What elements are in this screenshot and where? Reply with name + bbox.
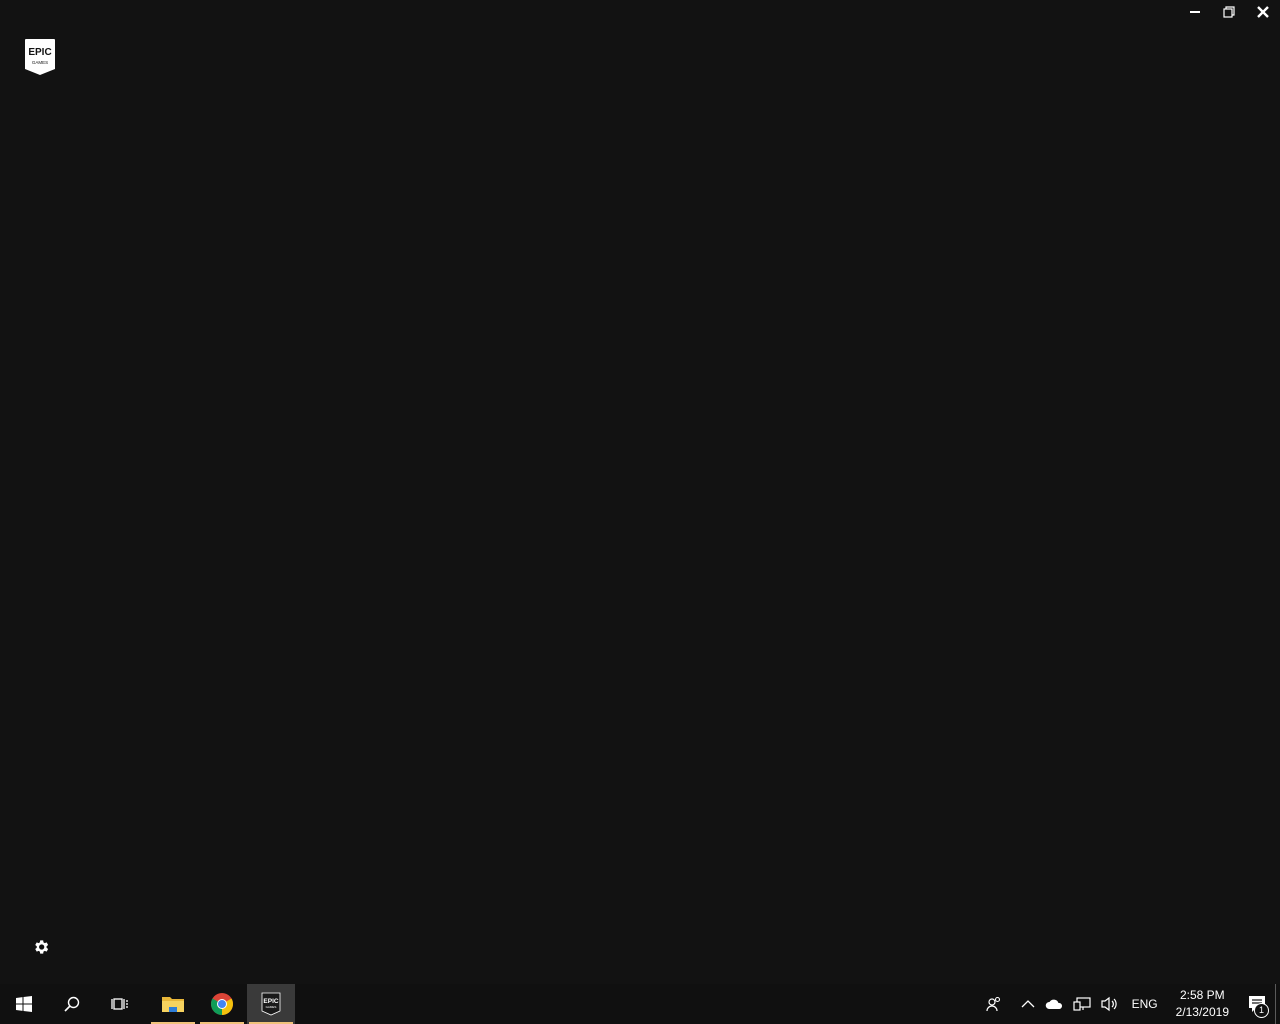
window-controls (1178, 0, 1280, 24)
volume-tray-icon[interactable] (1096, 984, 1124, 1024)
search-button[interactable] (48, 984, 96, 1024)
network-tray-icon[interactable] (1068, 984, 1096, 1024)
taskbar-app-file-explorer[interactable] (149, 984, 197, 1024)
taskbar-app-epic-games[interactable]: EPIC GAMES (247, 984, 295, 1024)
show-desktop-button[interactable] (1275, 984, 1280, 1024)
epic-taskbar-label: EPIC (263, 998, 278, 1005)
minimize-icon (1190, 11, 1200, 13)
folder-icon (162, 997, 184, 1012)
settings-button[interactable] (32, 938, 50, 956)
volume-icon (1100, 996, 1117, 1012)
chrome-icon (211, 993, 233, 1015)
maximize-button[interactable] (1212, 0, 1246, 24)
action-center-button[interactable]: 1 (1239, 984, 1275, 1024)
taskbar-app-chrome[interactable] (198, 984, 246, 1024)
onedrive-tray-icon[interactable] (1040, 984, 1068, 1024)
people-button[interactable] (972, 984, 1016, 1024)
logo-line1: EPIC (28, 47, 51, 58)
task-view-button[interactable] (96, 984, 144, 1024)
cloud-icon (1045, 999, 1062, 1009)
close-icon (1257, 6, 1269, 18)
network-icon (1072, 997, 1091, 1011)
logo-line2: GAMES (32, 60, 48, 65)
clock-time: 2:58 PM (1179, 988, 1225, 1002)
search-icon (64, 996, 80, 1012)
start-button[interactable] (0, 984, 48, 1024)
chevron-up-icon (1021, 1000, 1035, 1008)
language-indicator: ENG (1131, 997, 1158, 1011)
notification-count-badge: 1 (1254, 1003, 1269, 1018)
windows-icon (16, 996, 32, 1012)
input-language-button[interactable]: ENG (1124, 984, 1166, 1024)
epic-games-logo[interactable]: EPIC GAMES (24, 38, 56, 76)
clock-button[interactable]: 2:58 PM 2/13/2019 (1166, 987, 1239, 1021)
task-view-icon (111, 998, 128, 1010)
epic-icon: EPIC GAMES (261, 992, 281, 1016)
epic-logo-icon: EPIC GAMES (25, 39, 55, 75)
close-button[interactable] (1246, 0, 1280, 24)
people-icon (985, 996, 1000, 1012)
restore-icon (1223, 6, 1235, 18)
epic-launcher-window: EPIC GAMES (0, 0, 1280, 984)
system-tray: ENG 2:58 PM 2/13/2019 1 (972, 984, 1280, 1024)
minimize-button[interactable] (1178, 0, 1212, 24)
show-hidden-icons-button[interactable] (1016, 984, 1040, 1024)
clock-date: 2/13/2019 (1175, 1005, 1229, 1019)
taskbar: EPIC GAMES ENG 2:58 PM 2/13/2019 1 (0, 984, 1280, 1024)
gear-icon (35, 940, 49, 954)
epic-taskbar-sublabel: GAMES (266, 1005, 277, 1009)
